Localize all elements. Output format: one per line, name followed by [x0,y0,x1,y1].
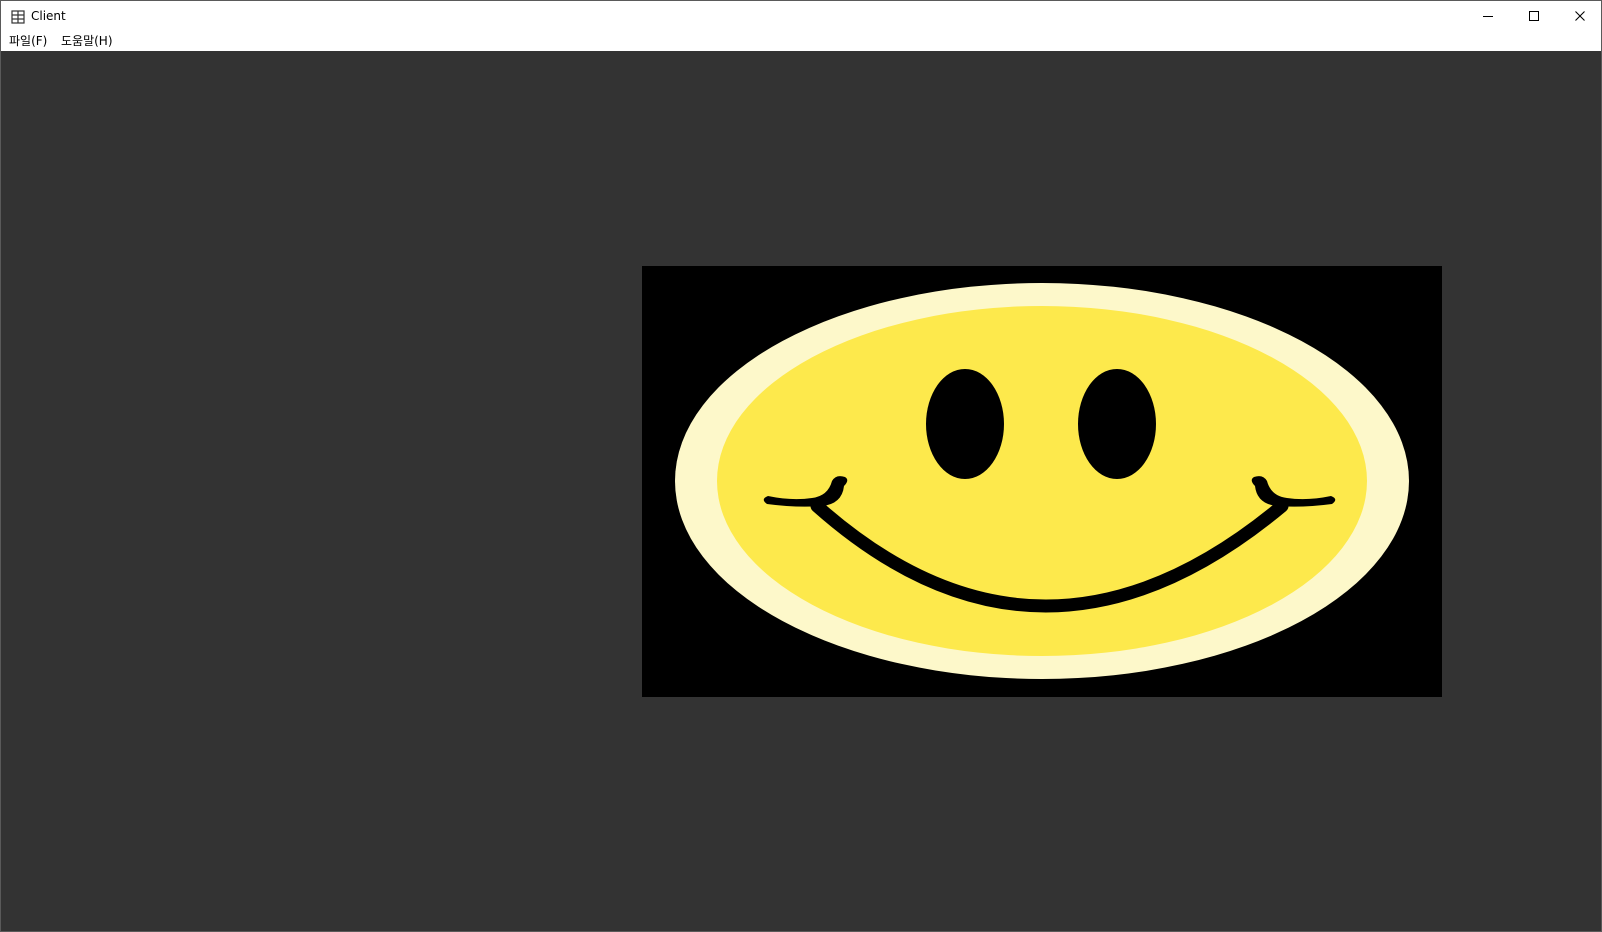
maximize-icon [1528,10,1540,22]
close-icon [1574,10,1586,22]
minimize-button[interactable] [1465,1,1511,31]
maximize-button[interactable] [1511,1,1557,31]
smiley-face-image [675,283,1409,679]
right-eye [1078,369,1156,479]
menu-help[interactable]: 도움말(H) [59,33,115,49]
close-button[interactable] [1557,1,1602,31]
app-icon [11,9,25,24]
menu-file[interactable]: 파일(F) [7,33,49,49]
title-bar[interactable]: Client [1,1,1601,31]
left-eye [926,369,1004,479]
client-area [1,51,1601,931]
window-title: Client [31,9,66,23]
app-window: Client 파일(F) 도움말(H) [0,0,1602,932]
minimize-icon [1482,10,1494,22]
image-display [642,266,1442,697]
menu-bar: 파일(F) 도움말(H) [1,31,1601,51]
